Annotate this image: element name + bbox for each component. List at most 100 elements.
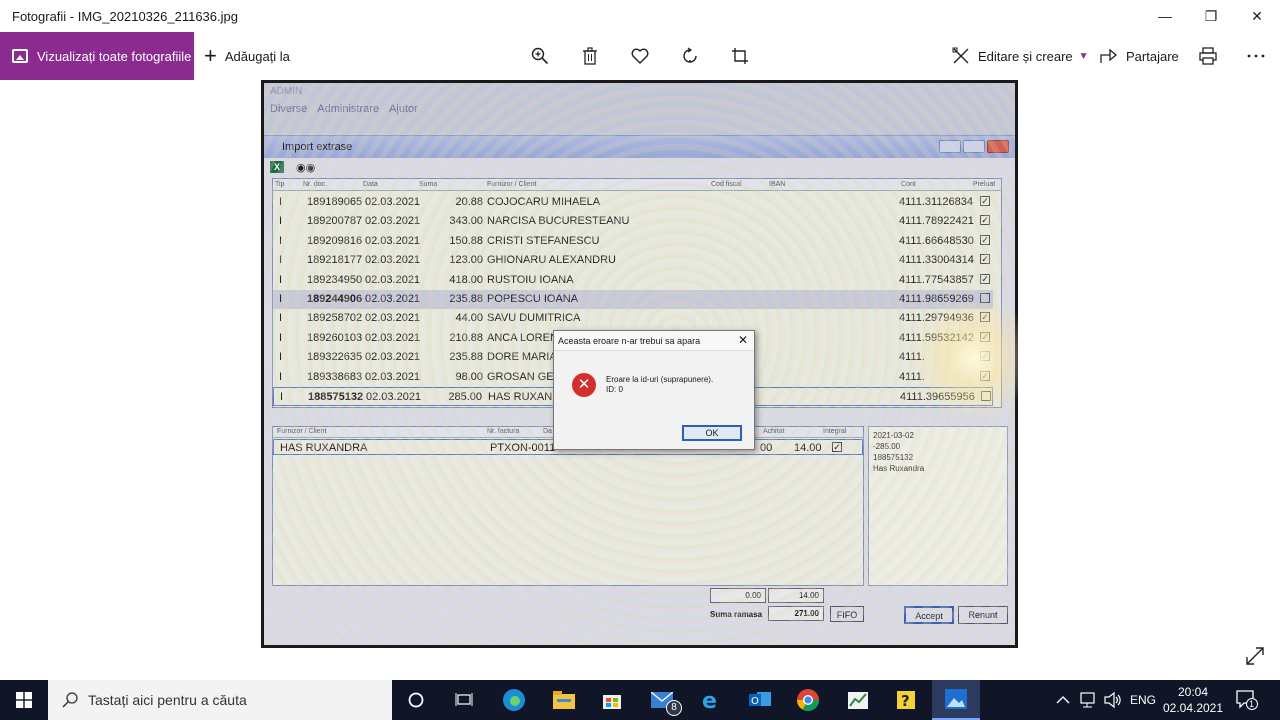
zoom-in-icon[interactable] xyxy=(528,44,552,68)
outlook-icon[interactable]: O xyxy=(736,680,784,720)
file-explorer-icon[interactable] xyxy=(540,680,588,720)
photo-row-cont: 4111.98659269 xyxy=(899,293,974,305)
taskbar: Tastați aici pentru a căuta 8 e O ? ENG … xyxy=(0,680,1280,720)
photo-grid-row: I 189258702 02.03.2021 44.00 SAVU DUMITRICA 4… xyxy=(273,309,993,328)
minimize-button[interactable]: — xyxy=(1142,0,1188,32)
photo-grid-row: I 189234950 02.03.2021 418.00 RUSTOIU IOANA 4… xyxy=(273,271,993,290)
photo-app-title: ADMIN xyxy=(270,86,303,97)
show-hidden-icons[interactable] xyxy=(1056,680,1070,720)
cortana-icon[interactable] xyxy=(392,680,440,720)
photo-row-preluat-checkbox: ✓ xyxy=(980,215,990,226)
photo-row-data: 02.03.2021 xyxy=(365,370,421,383)
photo-row-data: 02.03.2021 xyxy=(365,234,421,247)
chrome-icon[interactable] xyxy=(784,680,832,720)
photo-accept-button: Accept xyxy=(904,606,954,624)
network-icon[interactable] xyxy=(1080,680,1098,720)
photo-row-suma: 285.00 xyxy=(448,391,482,403)
photo-row-cont: 4111. xyxy=(899,370,925,383)
taskbar-search-box[interactable]: Tastați aici pentru a căuta xyxy=(48,680,392,720)
photo-error-dialog: Aceasta eroare n-ar trebui sa apara ✕ ✕ … xyxy=(553,330,755,450)
store-icon[interactable] xyxy=(588,680,636,720)
crop-icon[interactable] xyxy=(728,44,752,68)
view-all-photos-button[interactable]: Vizualizați toate fotografiile xyxy=(0,32,194,80)
photo-row-data: 02.03.2021 xyxy=(365,215,421,228)
photo-import-title-bar: Import extrase xyxy=(264,136,1015,158)
task-view-icon[interactable] xyxy=(440,680,488,720)
photo-row-preluat-checkbox xyxy=(981,391,991,401)
photo-row-tip: I xyxy=(279,351,283,364)
photo-row-tip: I xyxy=(279,370,283,383)
photo-row-cont: 4111.29794936 xyxy=(899,312,974,325)
chart-app-icon[interactable] xyxy=(834,680,882,720)
photo-row-client: NARCISA BUCURESTEANU xyxy=(487,215,630,228)
photo-row-data: 02.03.2021 xyxy=(365,351,421,364)
binoculars-icon: ◉◉ xyxy=(296,161,316,174)
close-button[interactable]: ✕ xyxy=(1234,0,1280,32)
photo-memo-panel: 2021-03-02 -285.00 188575132 Has Ruxandr… xyxy=(868,426,1008,586)
photo-row-cont: 4111.39655956 xyxy=(900,391,975,403)
share-label: Partajare xyxy=(1126,48,1179,64)
excel-icon: X xyxy=(270,161,284,173)
help-app-icon[interactable]: ? xyxy=(882,680,930,720)
restore-button[interactable]: ❐ xyxy=(1188,0,1234,32)
photo-row-suma: 235.88 xyxy=(449,293,483,305)
photo-grid-row: I 189200787 02.03.2021 343.00 NARCISA BUCURE… xyxy=(273,212,993,231)
photo-row-nr-doc: 189200787 xyxy=(307,215,363,228)
rotate-icon[interactable] xyxy=(678,44,702,68)
heart-icon[interactable] xyxy=(628,44,652,68)
internet-explorer-icon[interactable]: e xyxy=(686,680,734,720)
photo-row-preluat-checkbox xyxy=(980,293,990,303)
svg-text:?: ? xyxy=(901,692,910,710)
share-button[interactable]: Partajare xyxy=(1100,32,1179,80)
delete-icon[interactable] xyxy=(578,44,602,68)
photo-suma-ramasa-label: Suma ramasa xyxy=(710,610,763,619)
photo-dialog-title: Aceasta eroare n-ar trebui sa apara xyxy=(554,331,754,351)
clock-time: 20:04 xyxy=(1177,685,1209,699)
view-all-label: Vizualizați toate fotografiile xyxy=(37,48,192,64)
fullscreen-expand-icon[interactable] xyxy=(1244,645,1268,669)
volume-icon[interactable] xyxy=(1104,680,1122,720)
notification-center-icon[interactable]: 1 xyxy=(1236,690,1258,710)
photo-fifo-button: FIFO xyxy=(830,606,864,622)
start-button[interactable] xyxy=(0,680,48,720)
photo-row-preluat-checkbox: ✓ xyxy=(980,331,990,342)
print-icon[interactable] xyxy=(1196,44,1220,68)
photo-total-1: 0.00 xyxy=(710,588,766,603)
photo-row-tip: I xyxy=(279,196,283,208)
photo-row-nr-doc: 189258702 xyxy=(307,312,363,325)
photo-row-client: CRISTI STEFANESCU xyxy=(487,234,600,247)
photo-row-data: 02.03.2021 xyxy=(365,331,421,344)
photo-row-suma: 343.00 xyxy=(449,215,483,228)
photo-row-suma: 98.00 xyxy=(455,370,483,383)
photo-row-nr-doc: 188575132 xyxy=(308,391,364,403)
language-indicator[interactable]: ENG xyxy=(1130,680,1156,720)
photos-toolbar: Vizualizați toate fotografiile + Adăugaț… xyxy=(0,32,1280,80)
photo-menu-administrare: Administrare xyxy=(317,103,380,115)
plus-icon: + xyxy=(204,43,217,68)
photo-row-data: 02.03.2021 xyxy=(366,391,422,403)
photo-grid-row: I 189189065 02.03.2021 20.88 COJOCARU MIHAEL… xyxy=(273,193,993,212)
photo-row-client: POPESCU IOANA xyxy=(487,293,579,305)
clock[interactable]: 20:04 02.04.2021 xyxy=(1160,684,1226,716)
photo-row-tip: I xyxy=(279,273,283,286)
photos-app-icon[interactable] xyxy=(932,680,980,720)
photo-viewer-image: ADMIN Diverse Administrare Ajutor Import… xyxy=(261,80,1018,648)
svg-text:O: O xyxy=(751,696,759,707)
photo-row-nr-doc: 189209816 xyxy=(307,234,363,247)
photo-row-preluat-checkbox: ✓ xyxy=(980,273,990,284)
add-to-button[interactable]: + Adăugați la xyxy=(204,32,290,80)
photo-row-suma: 123.00 xyxy=(449,254,483,267)
mail-icon[interactable]: 8 xyxy=(638,680,686,720)
photo-row-cont: 4111.77543857 xyxy=(899,273,974,286)
photo-row-tip: I xyxy=(279,312,283,325)
edge-icon[interactable] xyxy=(490,680,538,720)
clock-date: 02.04.2021 xyxy=(1162,701,1224,715)
edit-create-button[interactable]: Editare și creare ▼ xyxy=(952,32,1089,80)
photo-row-tip: I xyxy=(279,331,283,344)
photo-row-suma: 20.88 xyxy=(455,196,483,208)
photo-row-cont: 4111.33004314 xyxy=(899,254,974,267)
photo-row-nr-doc: 189218177 xyxy=(307,254,363,267)
photo-row-preluat-checkbox: ✓ xyxy=(980,234,990,245)
photo-row-cont: 4111.66648530 xyxy=(899,234,974,247)
more-options-icon[interactable] xyxy=(1244,44,1268,68)
